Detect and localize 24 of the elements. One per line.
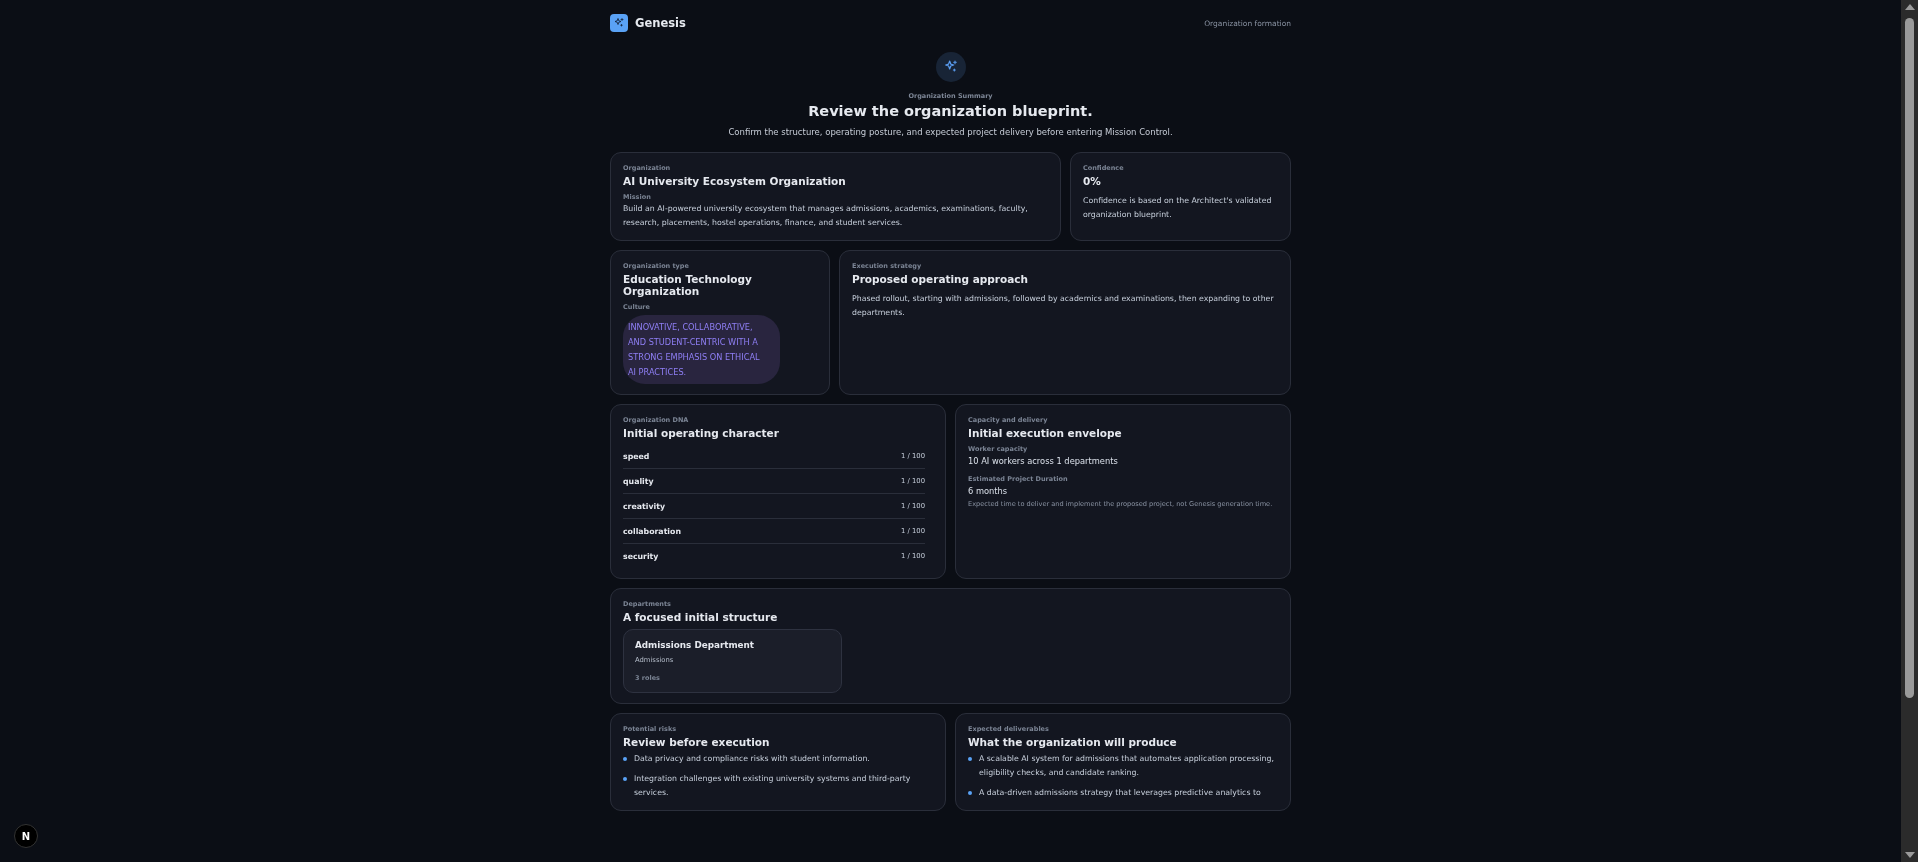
worker-capacity: 10 AI workers across 1 departments <box>968 456 1119 466</box>
card-title: Proposed operating approach <box>852 273 1030 285</box>
bullet-icon <box>623 757 627 761</box>
sparkle-logo-icon <box>610 14 628 32</box>
scrollbar[interactable] <box>1901 0 1918 862</box>
bullet-icon <box>968 791 972 795</box>
page-subtitle: Confirm the structure, operating posture, and expected project delivery before entering Mission Control. <box>728 127 1173 137</box>
bullet-icon <box>968 757 972 761</box>
department-name: Admissions Department <box>635 640 756 650</box>
card-title: What the organization will produce <box>968 736 1178 748</box>
dev-tools-button[interactable]: N <box>14 824 38 848</box>
page-title: Review the organization blueprint. <box>808 103 1093 119</box>
card-title: Initial operating character <box>623 427 780 439</box>
card-title: Initial execution envelope <box>968 427 1123 439</box>
organization-name: AI University Ecosystem Organization <box>623 175 847 187</box>
duration-value: 6 months <box>968 486 1009 496</box>
bullet-icon <box>623 777 627 781</box>
organization-type: Education Technology Organization <box>623 273 753 297</box>
brand-name: Genesis <box>635 16 686 30</box>
confidence-value: 0% <box>1083 175 1102 187</box>
card-title: A focused initial structure <box>623 611 779 623</box>
sparkle-icon <box>935 52 966 82</box>
culture-tag: INNOVATIVE, COLLABORATIVE, AND STUDENT-CENTRIC WITH A STRONG EMPHASIS ON ETHICAL AI PRACTICES. <box>623 315 780 384</box>
card-title: Review before execution <box>623 736 771 748</box>
